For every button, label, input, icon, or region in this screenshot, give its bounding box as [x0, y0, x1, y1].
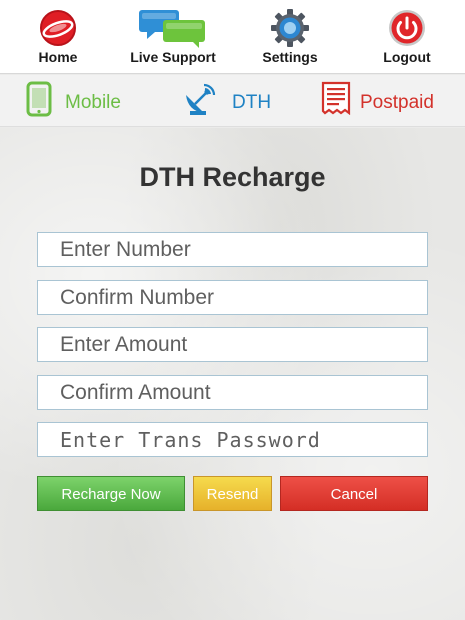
bill-document-icon	[321, 81, 351, 115]
form-background	[0, 128, 465, 620]
mobile-phone-icon	[26, 81, 52, 117]
confirm-number-field[interactable]	[37, 280, 428, 315]
confirm-amount-field[interactable]	[37, 375, 428, 410]
tab-postpaid-label: Postpaid	[360, 92, 434, 113]
tab-dth[interactable]: DTH	[182, 81, 282, 121]
enter-number-field[interactable]	[37, 232, 428, 267]
resend-button[interactable]: Resend	[193, 476, 272, 511]
top-navigation-bar: Home Live Support Settings Logout	[0, 0, 465, 74]
satellite-dish-icon	[186, 83, 216, 115]
tab-dth-label: DTH	[232, 92, 272, 113]
logout-label: Logout	[383, 49, 431, 65]
power-icon	[389, 10, 425, 46]
home-logo-icon	[40, 10, 76, 46]
enter-amount-field[interactable]	[37, 327, 428, 362]
page-title: DTH Recharge	[139, 162, 326, 192]
trans-password-field[interactable]	[37, 422, 428, 457]
service-tab-bar: Mobile DTH Postpaid	[0, 75, 465, 127]
tab-postpaid[interactable]: Postpaid	[321, 81, 451, 121]
chat-bubbles-icon	[139, 10, 205, 48]
live-support-button[interactable]: Live Support	[118, 6, 228, 70]
live-support-label: Live Support	[130, 49, 216, 65]
settings-button[interactable]: Settings	[235, 6, 345, 70]
tab-mobile-label: Mobile	[65, 92, 121, 113]
recharge-now-button[interactable]: Recharge Now	[37, 476, 185, 511]
home-button[interactable]: Home	[3, 6, 113, 70]
home-label: Home	[38, 49, 78, 65]
settings-label: Settings	[262, 49, 318, 65]
logout-button[interactable]: Logout	[352, 6, 462, 70]
gear-icon	[271, 9, 309, 47]
cancel-button[interactable]: Cancel	[280, 476, 428, 511]
tab-mobile[interactable]: Mobile	[25, 81, 135, 121]
